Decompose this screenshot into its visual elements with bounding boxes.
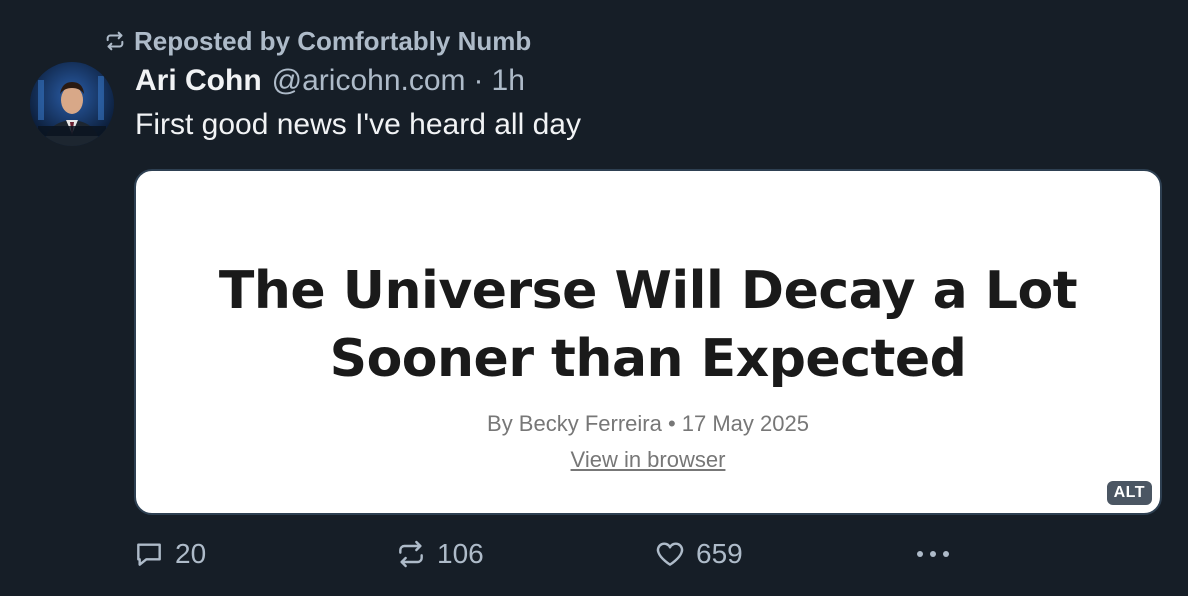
- embed-byline: By Becky Ferreira • 17 May 2025: [487, 411, 809, 436]
- repost-icon: [104, 30, 126, 52]
- post-text: First good news I've heard all day: [135, 108, 581, 141]
- repost-button[interactable]: 106: [395, 534, 484, 574]
- author-handle[interactable]: @aricohn.com: [272, 64, 466, 98]
- repost-count: 106: [437, 538, 484, 569]
- reply-button[interactable]: 20: [133, 534, 206, 574]
- embed-image-card[interactable]: The Universe Will Decay a Lot Sooner tha…: [134, 169, 1162, 515]
- post-action-bar: 20 106 659: [0, 534, 1188, 574]
- more-options-button[interactable]: [913, 534, 953, 574]
- separator-dot: ·: [473, 64, 484, 97]
- like-count: 659: [696, 538, 743, 569]
- avatar[interactable]: [30, 62, 114, 146]
- post-timestamp[interactable]: 1h: [492, 64, 525, 98]
- alt-text-badge[interactable]: ALT: [1106, 481, 1152, 505]
- reply-icon: [133, 538, 165, 570]
- more-icon: [913, 538, 953, 570]
- repost-icon: [395, 538, 427, 570]
- like-button[interactable]: 659: [654, 534, 743, 574]
- repost-indicator[interactable]: Reposted by Comfortably Numb: [104, 24, 531, 58]
- post-header: Ari Cohn @aricohn.com · 1h: [135, 60, 525, 102]
- view-in-browser-link[interactable]: View in browser: [136, 447, 1160, 473]
- heart-icon: [654, 538, 686, 570]
- embed-headline: The Universe Will Decay a Lot Sooner tha…: [218, 261, 1078, 389]
- reply-count: 20: [175, 538, 207, 569]
- repost-label: Reposted by Comfortably Numb: [134, 25, 532, 56]
- author-name[interactable]: Ari Cohn: [135, 64, 262, 98]
